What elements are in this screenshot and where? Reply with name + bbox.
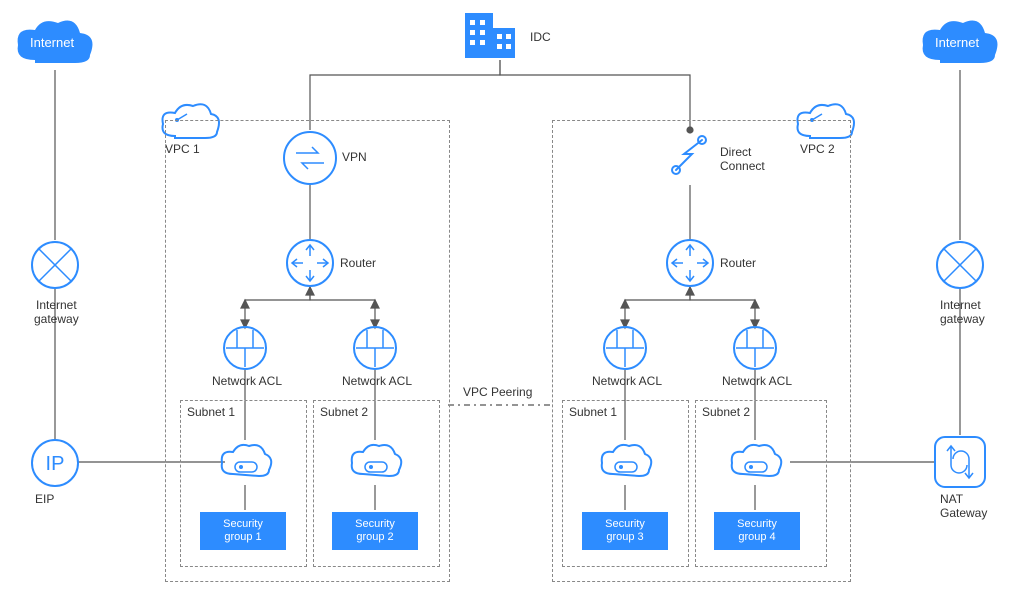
acl-vpc1-2-label: Network ACL bbox=[342, 374, 412, 388]
vpc-peering-label: VPC Peering bbox=[463, 385, 532, 399]
sg3-box: Security group 3 bbox=[582, 512, 668, 550]
acl-vpc1-2-icon bbox=[352, 325, 398, 371]
idc-label: IDC bbox=[530, 30, 551, 44]
connectors-layer bbox=[0, 0, 1016, 594]
server-vpc2-2-icon bbox=[725, 438, 785, 486]
vpc1-subnet1-title: Subnet 1 bbox=[187, 405, 235, 419]
eip-icon: IP bbox=[30, 438, 80, 488]
acl-vpc2-2-label: Network ACL bbox=[722, 374, 792, 388]
vpn-label: VPN bbox=[342, 150, 367, 164]
router-vpc1-label: Router bbox=[340, 256, 376, 270]
acl-vpc1-1-icon bbox=[222, 325, 268, 371]
server-vpc2-1-icon bbox=[595, 438, 655, 486]
router-vpc2-label: Router bbox=[720, 256, 756, 270]
sg2-box: Security group 2 bbox=[332, 512, 418, 550]
sg1-box: Security group 1 bbox=[200, 512, 286, 550]
idc-building-icon bbox=[460, 8, 530, 63]
internet-right-label: Internet bbox=[935, 35, 979, 50]
router-vpc1-icon bbox=[285, 238, 335, 288]
internet-left-label: Internet bbox=[30, 35, 74, 50]
direct-connect-label: Direct Connect bbox=[720, 145, 765, 173]
direct-connect-icon bbox=[662, 130, 718, 186]
internet-gateway-right-icon bbox=[935, 240, 985, 290]
nat-gateway-label: NAT Gateway bbox=[940, 492, 987, 520]
internet-gateway-left-icon bbox=[30, 240, 80, 290]
server-vpc1-1-icon bbox=[215, 438, 275, 486]
eip-label: EIP bbox=[35, 492, 54, 506]
vpc1-subnet2-title: Subnet 2 bbox=[320, 405, 368, 419]
internet-gateway-left-label: Internet gateway bbox=[34, 298, 79, 326]
sg4-box: Security group 4 bbox=[714, 512, 800, 550]
svg-text:IP: IP bbox=[46, 453, 65, 475]
vpc2-subnet2-title: Subnet 2 bbox=[702, 405, 750, 419]
acl-vpc2-1-label: Network ACL bbox=[592, 374, 662, 388]
internet-gateway-right-label: Internet gateway bbox=[940, 298, 985, 326]
nat-gateway-icon bbox=[933, 435, 987, 489]
acl-vpc1-1-label: Network ACL bbox=[212, 374, 282, 388]
acl-vpc2-2-icon bbox=[732, 325, 778, 371]
vpc2-subnet1-title: Subnet 1 bbox=[569, 405, 617, 419]
server-vpc1-2-icon bbox=[345, 438, 405, 486]
vpn-icon bbox=[282, 130, 338, 186]
acl-vpc2-1-icon bbox=[602, 325, 648, 371]
router-vpc2-icon bbox=[665, 238, 715, 288]
